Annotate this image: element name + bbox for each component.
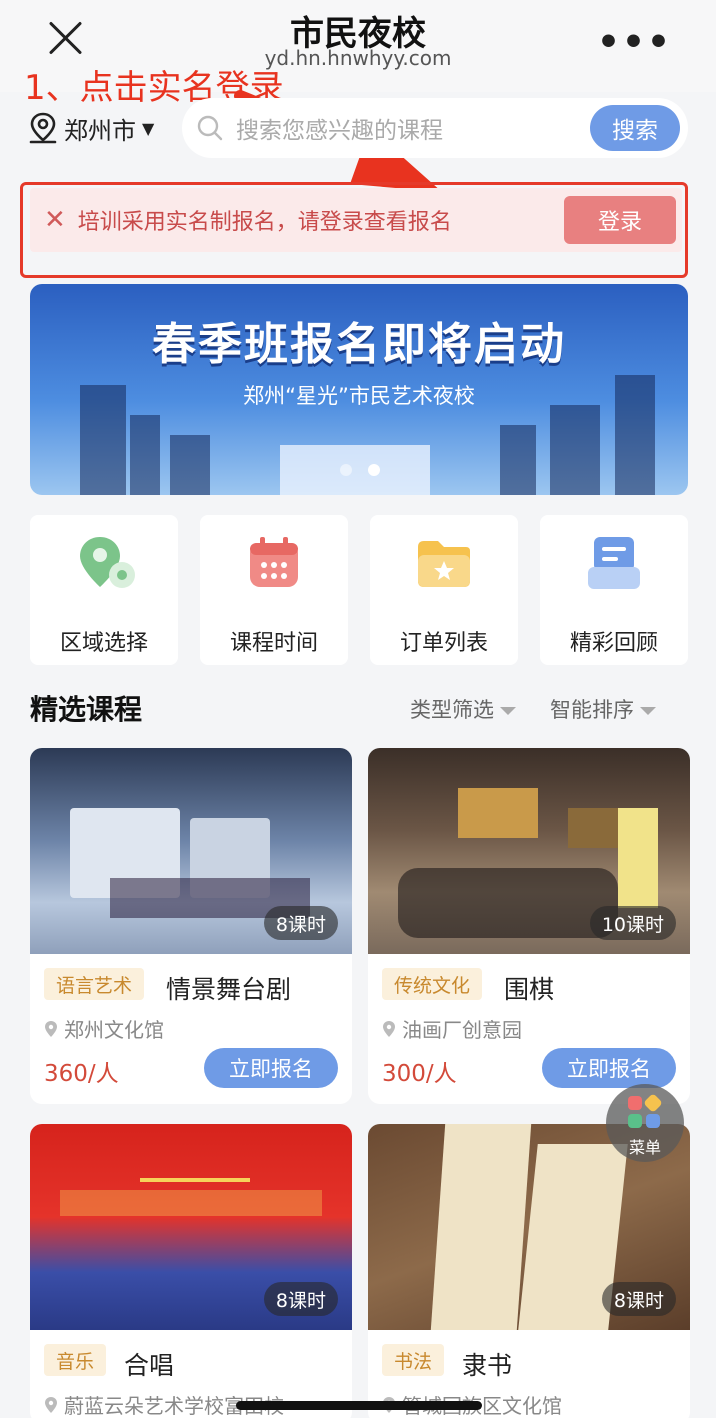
course-place: 油画厂创意园 [382, 1014, 522, 1043]
category-review[interactable]: 精彩回顾 [540, 515, 688, 665]
search-bar[interactable]: 搜索您感兴趣的课程 搜索 [182, 98, 688, 158]
type-filter-label: 类型筛选 [410, 698, 494, 722]
category-orders[interactable]: 订单列表 [370, 515, 518, 665]
folder-star-icon [414, 533, 474, 593]
menu-grid-icon [628, 1114, 642, 1128]
course-card[interactable]: 8课时 语言艺术 情景舞台剧 郑州文化馆 360/人 立即报名 [30, 748, 352, 1104]
course-card[interactable]: 8课时 书法 隶书 管城回族区文化馆 [368, 1124, 690, 1418]
course-hours-badge: 8课时 [601, 1282, 676, 1316]
course-hours-badge: 10课时 [589, 906, 676, 940]
course-tag: 书法 [382, 1344, 445, 1376]
course-card[interactable]: 8课时 音乐 合唱 蔚蓝云朵艺术学校富田校 [30, 1124, 352, 1418]
course-place: 郑州文化馆 [44, 1014, 164, 1043]
location-pin-icon [74, 533, 135, 593]
course-hours-badge: 8课时 [263, 906, 338, 940]
search-icon [197, 115, 223, 141]
course-place-label: 郑州文化馆 [64, 1018, 164, 1042]
enroll-button[interactable]: 立即报名 [204, 1048, 338, 1088]
carousel-dot-active[interactable] [368, 464, 380, 476]
map-pin-icon [45, 1020, 57, 1037]
menu-grid-icon [646, 1114, 660, 1128]
banner-title: 春季班报名即将启动 [152, 319, 566, 370]
location-icon [29, 112, 57, 144]
document-icon [584, 533, 644, 593]
sort-dropdown[interactable]: 智能排序 [550, 694, 656, 724]
banner-carousel[interactable]: 春季班报名即将启动 郑州“星光”市民艺术夜校 [30, 284, 688, 495]
login-button[interactable]: 登录 [564, 196, 676, 244]
home-indicator[interactable] [236, 1401, 482, 1410]
category-label: 订单列表 [399, 631, 488, 656]
search-button[interactable]: 搜索 [590, 105, 680, 151]
course-name: 情景舞台剧 [166, 975, 292, 1004]
city-selector[interactable]: 郑州市 ▼ [28, 108, 154, 148]
course-name: 围棋 [504, 975, 555, 1004]
calendar-icon [244, 533, 304, 593]
map-pin-icon [45, 1396, 57, 1413]
chevron-down-icon [640, 707, 656, 715]
search-input[interactable]: 搜索您感兴趣的课程 [236, 111, 590, 145]
type-filter-dropdown[interactable]: 类型筛选 [410, 694, 516, 724]
category-label: 区域选择 [59, 631, 148, 656]
course-name: 隶书 [462, 1351, 513, 1380]
menu-label: 菜单 [628, 1138, 661, 1157]
course-name: 合唱 [124, 1351, 175, 1380]
course-price: 300/人 [382, 1061, 457, 1087]
city-label: 郑州市 [64, 116, 136, 145]
chevron-down-icon [500, 707, 516, 715]
enroll-button[interactable]: 立即报名 [542, 1048, 676, 1088]
banner-building [500, 425, 536, 495]
course-tag: 传统文化 [382, 968, 483, 1000]
more-options-icon[interactable]: ••• [597, 22, 672, 63]
menu-fab[interactable]: 菜单 [606, 1084, 684, 1162]
course-tag: 语言艺术 [44, 968, 145, 1000]
sort-label: 智能排序 [550, 698, 634, 722]
banner-building [550, 405, 600, 495]
category-schedule[interactable]: 课程时间 [200, 515, 348, 665]
map-pin-icon [383, 1020, 395, 1037]
menu-grid-icon [643, 1093, 663, 1113]
login-notice: ✕ 培训采用实名制报名，请登录查看报名 登录 [30, 188, 682, 252]
banner-subtitle: 郑州“星光”市民艺术夜校 [243, 384, 475, 408]
course-card[interactable]: 10课时 传统文化 围棋 油画厂创意园 300/人 立即报名 [368, 748, 690, 1104]
menu-grid-icon [628, 1096, 642, 1110]
category-label: 课程时间 [229, 631, 318, 656]
banner-building [280, 445, 430, 495]
course-place-label: 油画厂创意园 [402, 1018, 522, 1042]
course-tag: 音乐 [44, 1344, 107, 1376]
section-title: 精选课程 [30, 693, 143, 726]
carousel-dot[interactable] [340, 464, 352, 476]
course-hours-badge: 8课时 [263, 1282, 338, 1316]
category-label: 精彩回顾 [569, 631, 658, 656]
chevron-down-icon: ▼ [142, 118, 155, 138]
banner-building [130, 415, 160, 495]
category-region[interactable]: 区域选择 [30, 515, 178, 665]
close-notice-icon[interactable]: ✕ [44, 205, 66, 235]
notice-text: 培训采用实名制报名，请登录查看报名 [77, 210, 452, 235]
course-price: 360/人 [44, 1061, 119, 1087]
banner-building [170, 435, 210, 495]
